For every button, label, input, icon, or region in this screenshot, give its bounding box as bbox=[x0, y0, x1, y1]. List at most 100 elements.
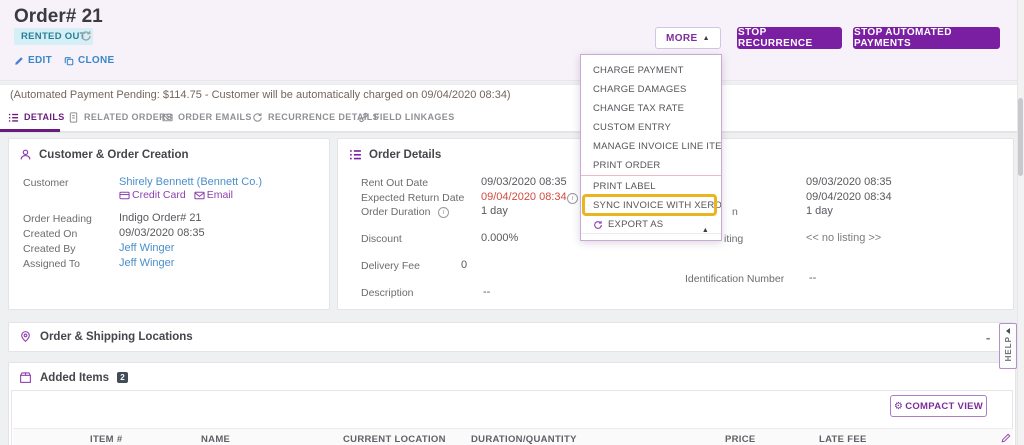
tab-field-linkages-label: FIELD LINKAGES bbox=[374, 112, 455, 122]
order-heading-label: Order Heading bbox=[23, 213, 92, 225]
discount-label: Discount bbox=[361, 233, 402, 245]
export-as-label: EXPORT AS bbox=[608, 219, 664, 230]
right-col-row3-label-fragment: n bbox=[732, 206, 738, 218]
refresh-icon[interactable] bbox=[80, 30, 92, 42]
description-label: Description bbox=[361, 287, 414, 299]
order-shipping-locations-panel: Order & Shipping Locations - bbox=[8, 322, 1014, 352]
description-value: -- bbox=[483, 286, 491, 298]
items-count-badge: 2 bbox=[117, 372, 129, 383]
tab-details[interactable]: DETAILS bbox=[8, 105, 65, 129]
help-tab[interactable]: HELP bbox=[999, 323, 1017, 369]
more-label: MORE bbox=[666, 32, 698, 44]
email-link[interactable]: Email bbox=[194, 189, 233, 201]
right-col-row3-value: 1 day bbox=[806, 205, 833, 217]
edit-label: EDIT bbox=[28, 55, 52, 66]
pencil-icon bbox=[14, 56, 24, 66]
person-icon bbox=[19, 148, 32, 161]
menu-item-change-tax-rate[interactable]: CHANGE TAX RATE bbox=[581, 99, 721, 118]
col-header-current-location: CURRENT LOCATION bbox=[343, 434, 446, 445]
more-button[interactable]: MORE ▲ bbox=[655, 27, 721, 49]
active-tab-underline bbox=[0, 129, 60, 132]
payment-notification-text: (Automated Payment Pending: $114.75 - Cu… bbox=[10, 89, 511, 101]
edit-button[interactable]: EDIT bbox=[14, 55, 52, 66]
menu-divider bbox=[581, 175, 721, 176]
menu-item-custom-entry[interactable]: CUSTOM ENTRY bbox=[581, 118, 721, 137]
export-icon bbox=[593, 220, 603, 230]
menu-item-export-as[interactable]: EXPORT AS ▲ bbox=[581, 215, 721, 234]
menu-item-manage-invoice-line-items[interactable]: MANAGE INVOICE LINE ITEMS bbox=[581, 137, 721, 156]
location-pin-icon bbox=[19, 330, 32, 343]
payment-notification-bar: (Automated Payment Pending: $114.75 - Cu… bbox=[0, 84, 1024, 106]
menu-item-print-order[interactable]: PRINT ORDER bbox=[581, 156, 721, 175]
order-page: Order# 21 RENTED OUT EDIT CLONE MORE ▲ S… bbox=[0, 0, 1024, 445]
rent-out-date-value: 09/03/2020 08:35 bbox=[481, 176, 567, 188]
list-icon bbox=[8, 112, 19, 123]
added-items-title: Added Items bbox=[40, 371, 110, 384]
help-tab-label: HELP bbox=[1003, 336, 1013, 362]
menu-divider bbox=[581, 233, 721, 234]
file-icon bbox=[68, 111, 79, 123]
menu-item-sync-invoice-with-xero[interactable]: SYNC INVOICE WITH XERO bbox=[581, 196, 721, 215]
created-on-value: 09/03/2020 08:35 bbox=[119, 227, 205, 239]
email-icon bbox=[194, 190, 205, 201]
gear-icon: ⚙ bbox=[893, 400, 904, 412]
order-duration-label: Order Duration bbox=[361, 206, 431, 218]
discount-value: 0.000% bbox=[481, 232, 519, 244]
stop-recurrence-button[interactable]: STOP RECURRENCE bbox=[737, 27, 842, 49]
right-col-row2-value: 09/04/2020 08:34 bbox=[806, 191, 892, 203]
locations-panel-title: Order & Shipping Locations bbox=[40, 330, 193, 343]
scrollbar-thumb[interactable] bbox=[1018, 98, 1023, 176]
col-header-name: NAME bbox=[201, 434, 231, 445]
credit-card-label: Credit Card bbox=[132, 189, 186, 201]
expected-return-info-icon[interactable]: i bbox=[567, 193, 578, 204]
menu-item-charge-damages[interactable]: CHARGE DAMAGES bbox=[581, 80, 721, 99]
created-by-label: Created By bbox=[23, 243, 76, 255]
tab-field-linkages[interactable]: FIELD LINKAGES bbox=[358, 105, 455, 129]
col-header-price: PRICE bbox=[725, 434, 756, 445]
customer-label: Customer bbox=[23, 177, 69, 189]
compact-view-button[interactable]: ⚙ COMPACT VIEW bbox=[890, 395, 987, 417]
clone-label: CLONE bbox=[78, 55, 115, 66]
link-icon bbox=[358, 112, 369, 123]
assigned-to-link[interactable]: Jeff Winger bbox=[119, 257, 174, 269]
credit-card-icon bbox=[119, 190, 130, 201]
caret-up-icon: ▲ bbox=[702, 34, 710, 42]
delivery-fee-label: Delivery Fee bbox=[361, 260, 420, 272]
listing-label-fragment: iting bbox=[724, 233, 744, 245]
order-duration-value: 1 day bbox=[481, 205, 508, 217]
envelope-icon bbox=[162, 112, 173, 123]
tab-related-orders[interactable]: RELATED ORDERS bbox=[68, 105, 172, 129]
created-by-link[interactable]: Jeff Winger bbox=[119, 242, 174, 254]
page-title: Order# 21 bbox=[14, 6, 103, 27]
rent-out-date-label: Rent Out Date bbox=[361, 177, 429, 189]
menu-item-print-label[interactable]: PRINT LABEL bbox=[581, 177, 721, 196]
menu-item-charge-payment[interactable]: CHARGE PAYMENT bbox=[581, 61, 721, 80]
added-items-panel: Added Items 2 ⚙ COMPACT VIEW ITEM # NAME… bbox=[8, 362, 1016, 445]
listing-value: << no listing >> bbox=[806, 232, 882, 244]
chevron-left-icon bbox=[1006, 328, 1010, 334]
stop-automated-payments-button[interactable]: STOP AUTOMATED PAYMENTS bbox=[853, 27, 1000, 49]
identification-number-label: Identification Number bbox=[685, 273, 785, 285]
tab-details-label: DETAILS bbox=[24, 112, 65, 122]
expected-return-label: Expected Return Date bbox=[361, 192, 465, 204]
identification-number-value: -- bbox=[809, 272, 817, 284]
menu-item-as-csv-clipped[interactable]: AS CSV bbox=[581, 235, 721, 240]
created-on-label: Created On bbox=[23, 228, 78, 240]
email-label: Email bbox=[206, 189, 233, 201]
edit-columns-pencil-icon[interactable] bbox=[1001, 433, 1011, 443]
order-duration-info-icon[interactable]: i bbox=[438, 207, 449, 218]
box-icon bbox=[19, 371, 32, 384]
order-heading-value: Indigo Order# 21 bbox=[119, 212, 202, 224]
header-band: Order# 21 RENTED OUT EDIT CLONE MORE ▲ S… bbox=[0, 0, 1024, 81]
credit-card-link[interactable]: Credit Card bbox=[119, 189, 186, 201]
recurrence-icon bbox=[252, 112, 263, 123]
tab-bar: DETAILS RELATED ORDERS ORDER EMAILS RECU… bbox=[0, 105, 1024, 133]
clone-button[interactable]: CLONE bbox=[64, 55, 115, 66]
tab-order-emails[interactable]: ORDER EMAILS bbox=[162, 105, 252, 129]
compact-view-label: COMPACT VIEW bbox=[905, 400, 984, 412]
customer-name-link[interactable]: Shirely Bennett (Bennett Co.) bbox=[119, 176, 262, 188]
list-icon bbox=[349, 148, 362, 161]
tab-order-emails-label: ORDER EMAILS bbox=[178, 112, 252, 122]
collapse-panel-button[interactable]: - bbox=[986, 330, 990, 345]
col-header-late-fee: LATE FEE bbox=[819, 434, 867, 445]
